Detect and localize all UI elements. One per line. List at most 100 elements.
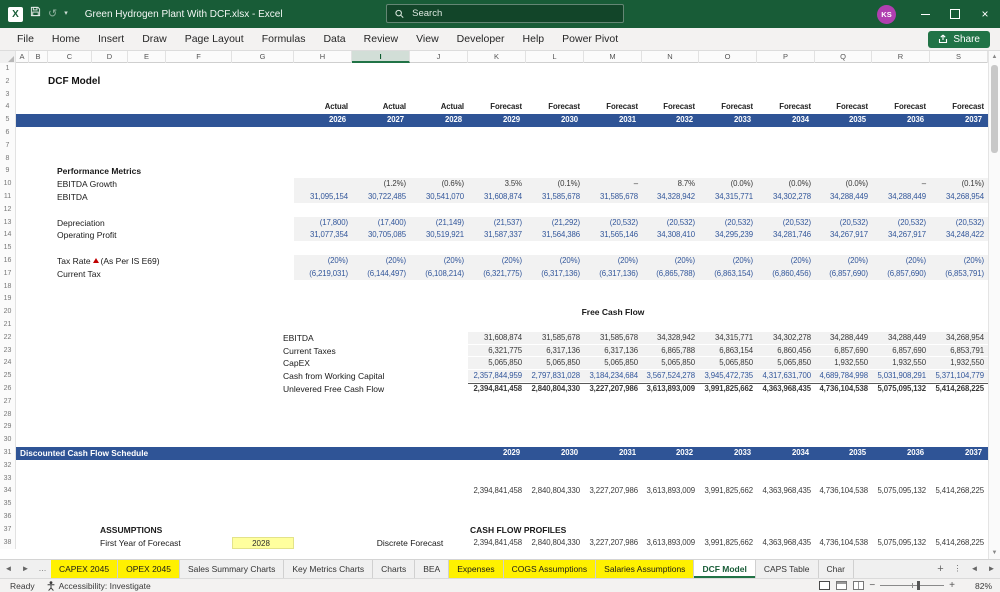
view-page-break-icon[interactable] xyxy=(853,581,865,590)
scrollbar-thumb[interactable] xyxy=(991,65,998,153)
cell-R23[interactable]: 6,857,690 xyxy=(872,345,930,358)
sheet-tab-salaries-assumptions[interactable]: Salaries Assumptions xyxy=(596,560,695,578)
cell-R25[interactable]: 5,031,908,291 xyxy=(872,370,930,383)
ribbon-tab-power-pivot[interactable]: Power Pivot xyxy=(553,28,627,50)
sheet-nav-more-icon[interactable]: … xyxy=(34,560,51,578)
cell-I17[interactable]: (6,144,497) xyxy=(352,268,410,281)
zoom-slider-knob[interactable] xyxy=(917,581,921,590)
cell-P11[interactable]: 34,302,278 xyxy=(757,191,815,204)
sheet-nav-right-icon[interactable]: ► xyxy=(17,560,34,578)
label-fcf-working-capital[interactable]: Cash from Working Capital xyxy=(283,370,443,383)
cell-L38[interactable]: 2,840,804,330 xyxy=(526,537,584,550)
ribbon-tab-view[interactable]: View xyxy=(407,28,448,50)
cell-N34[interactable]: 3,613,893,009 xyxy=(642,485,699,498)
input-first-forecast-year[interactable]: 2028 xyxy=(232,536,294,550)
cell-R31[interactable]: 2036 xyxy=(872,447,930,460)
cell-K22[interactable]: 31,608,874 xyxy=(468,332,526,345)
cell-M5[interactable]: 2031 xyxy=(584,114,642,127)
row-header-19[interactable]: 19 xyxy=(0,293,16,307)
cell-H14[interactable]: 31,077,354 xyxy=(294,229,352,242)
sheet-tab-charts[interactable]: Charts xyxy=(373,560,416,578)
label-current-tax[interactable]: Current Tax xyxy=(57,268,217,281)
cell-I11[interactable]: 30,722,485 xyxy=(352,191,410,204)
cell-L5[interactable]: 2030 xyxy=(526,114,584,127)
row-header-25[interactable]: 25 xyxy=(0,370,16,383)
cell-O31[interactable]: 2033 xyxy=(699,447,757,460)
close-button[interactable]: × xyxy=(970,0,1000,28)
cell-M4[interactable]: Forecast xyxy=(584,101,642,114)
row-header-35[interactable]: 35 xyxy=(0,498,16,511)
sheet-tab-cogs-assumptions[interactable]: COGS Assumptions xyxy=(503,560,597,578)
zoom-slider[interactable] xyxy=(880,581,945,590)
scroll-down-icon[interactable]: ▼ xyxy=(989,547,1000,559)
sheet-tab-capex-2045[interactable]: CAPEX 2045 xyxy=(51,560,119,578)
sheet-options-icon[interactable]: ⋮ xyxy=(949,560,966,578)
row-header-36[interactable]: 36 xyxy=(0,511,16,524)
column-header-P[interactable]: P xyxy=(757,51,815,63)
row-header-14[interactable]: 14 xyxy=(0,229,16,243)
cell-K16[interactable]: (20%) xyxy=(468,255,526,268)
cell-R22[interactable]: 34,288,449 xyxy=(872,332,930,345)
cell-J14[interactable]: 30,519,921 xyxy=(410,229,468,242)
cell-Q16[interactable]: (20%) xyxy=(815,255,872,268)
restore-button[interactable] xyxy=(940,0,970,28)
cell-N23[interactable]: 6,865,788 xyxy=(642,345,699,358)
cell-L11[interactable]: 31,585,678 xyxy=(526,191,584,204)
cell-H13[interactable]: (17,800) xyxy=(294,217,352,230)
cell-K14[interactable]: 31,587,337 xyxy=(468,229,526,242)
select-all-corner[interactable] xyxy=(0,51,16,63)
cell-P22[interactable]: 34,302,278 xyxy=(757,332,815,345)
row-header-12[interactable]: 12 xyxy=(0,203,16,217)
cell-I5[interactable]: 2027 xyxy=(352,114,410,127)
cell-L25[interactable]: 2,797,831,028 xyxy=(526,370,584,383)
row-header-2[interactable]: 2 xyxy=(0,75,16,89)
cell-O17[interactable]: (6,863,154) xyxy=(699,268,757,281)
cell-K38[interactable]: 2,394,841,458 xyxy=(468,537,526,550)
row-header-34[interactable]: 34 xyxy=(0,485,16,499)
label-operating-profit[interactable]: Operating Profit xyxy=(57,229,217,242)
cell-S13[interactable]: (20,532) xyxy=(930,217,988,230)
cell-S4[interactable]: Forecast xyxy=(930,101,988,114)
cell-Q26[interactable]: 4,736,104,538 xyxy=(815,383,872,396)
row-header-15[interactable]: 15 xyxy=(0,242,16,255)
column-header-N[interactable]: N xyxy=(642,51,699,63)
accessibility-status[interactable]: Accessibility: Investigate xyxy=(47,581,151,591)
row-header-26[interactable]: 26 xyxy=(0,383,16,396)
row-header-32[interactable]: 32 xyxy=(0,459,16,473)
column-header-M[interactable]: M xyxy=(584,51,642,63)
scroll-up-icon[interactable]: ▲ xyxy=(989,51,1000,63)
excel-logo-icon[interactable]: X xyxy=(8,6,23,22)
row-header-18[interactable]: 18 xyxy=(0,280,16,294)
cell-L14[interactable]: 31,564,386 xyxy=(526,229,584,242)
cell-M11[interactable]: 31,585,678 xyxy=(584,191,642,204)
cell-S22[interactable]: 34,268,954 xyxy=(930,332,988,345)
column-header-D[interactable]: D xyxy=(92,51,128,63)
ribbon-tab-help[interactable]: Help xyxy=(514,28,554,50)
cell-P31[interactable]: 2034 xyxy=(757,447,815,460)
cell-O23[interactable]: 6,863,154 xyxy=(699,345,757,358)
label-fcf-ebitda[interactable]: EBITDA xyxy=(283,332,443,345)
cell-M16[interactable]: (20%) xyxy=(584,255,642,268)
cell-M26[interactable]: 3,227,207,986 xyxy=(584,383,642,396)
cell-M25[interactable]: 3,184,234,684 xyxy=(584,370,642,383)
row-header-10[interactable]: 10 xyxy=(0,178,16,191)
cell-S23[interactable]: 6,853,791 xyxy=(930,345,988,358)
cell-S11[interactable]: 34,268,954 xyxy=(930,191,988,204)
cell-R14[interactable]: 34,267,917 xyxy=(872,229,930,242)
quick-access-caret-icon[interactable]: ▾ xyxy=(64,0,68,28)
cell-K11[interactable]: 31,608,874 xyxy=(468,191,526,204)
row-header-8[interactable]: 8 xyxy=(0,152,16,166)
cell-J10[interactable]: (0.6%) xyxy=(410,178,468,191)
cell-O25[interactable]: 3,945,472,735 xyxy=(699,370,757,383)
zoom-in-icon[interactable]: + xyxy=(949,580,955,591)
cell-K17[interactable]: (6,321,775) xyxy=(468,268,526,281)
row-header-22[interactable]: 22 xyxy=(0,331,16,345)
column-header-O[interactable]: O xyxy=(699,51,757,63)
column-header-S[interactable]: S xyxy=(930,51,988,63)
label-depreciation[interactable]: Depreciation xyxy=(57,217,217,230)
cell-N38[interactable]: 3,613,893,009 xyxy=(642,537,699,550)
cell-Q31[interactable]: 2035 xyxy=(815,447,872,460)
cell-L13[interactable]: (21,292) xyxy=(526,217,584,230)
cell-P38[interactable]: 4,363,968,435 xyxy=(757,537,815,550)
cell-K31[interactable]: 2029 xyxy=(468,447,526,460)
